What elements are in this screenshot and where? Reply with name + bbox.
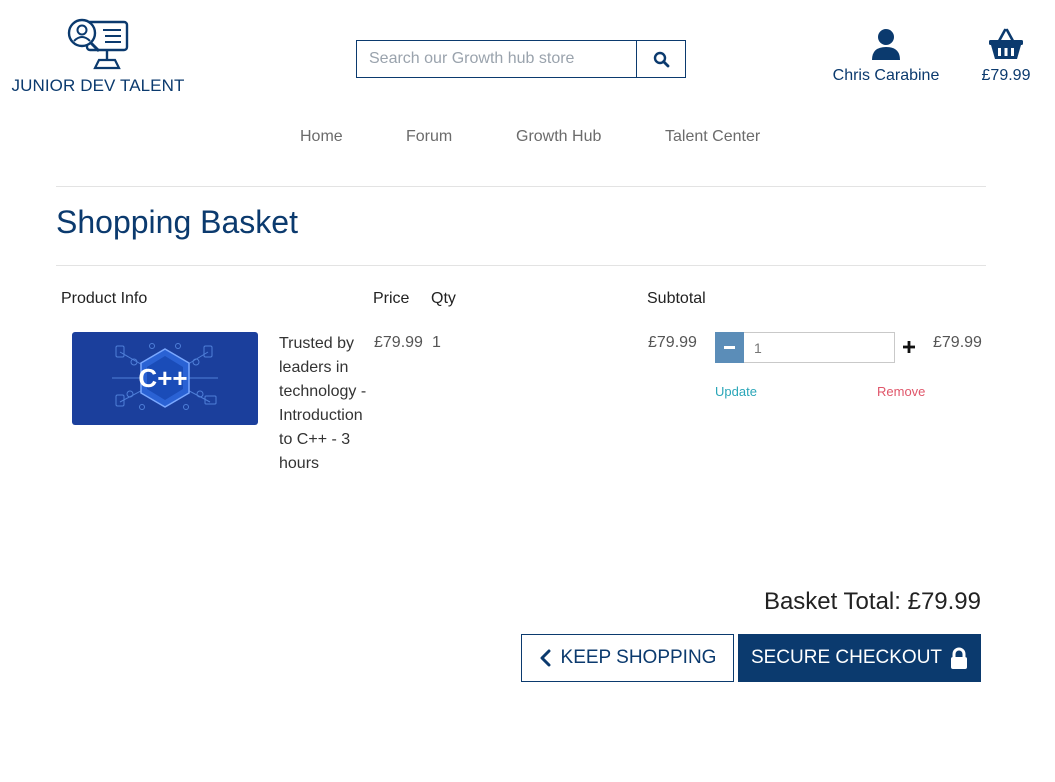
brand-name: JUNIOR DEV TALENT xyxy=(11,76,185,95)
quantity-decrease-button[interactable] xyxy=(715,332,744,363)
search-bar xyxy=(356,40,686,78)
divider xyxy=(56,186,986,187)
basket-total: Basket Total: £79.99 xyxy=(763,588,981,615)
keep-shopping-label: KEEP SHOPPING xyxy=(560,647,717,668)
keep-shopping-button[interactable]: KEEP SHOPPING xyxy=(521,634,734,682)
lock-icon xyxy=(951,647,968,669)
product-name: Trusted by leaders in technology - Intro… xyxy=(279,335,367,472)
person-magnifier-monitor-icon xyxy=(67,18,129,70)
remove-link[interactable]: Remove xyxy=(877,384,925,399)
header-product-info: Product Info xyxy=(61,290,148,307)
cpp-logo-icon: C++ xyxy=(112,343,218,410)
minus-icon xyxy=(724,346,735,349)
product-image-glyph: C++ xyxy=(138,363,187,393)
line-total: £79.99 xyxy=(933,334,982,351)
nav-forum[interactable]: Forum xyxy=(406,128,452,146)
header-qty: Qty xyxy=(431,290,456,307)
nav-growth-hub[interactable]: Growth Hub xyxy=(516,128,601,146)
product-image[interactable]: C++ xyxy=(72,332,258,425)
account-name: Chris Carabine xyxy=(832,67,940,84)
basket-icon xyxy=(989,28,1023,59)
divider xyxy=(56,265,986,266)
header-subtotal: Subtotal xyxy=(647,290,706,307)
header-basket-total: £79.99 xyxy=(981,67,1031,84)
nav-talent-center[interactable]: Talent Center xyxy=(665,128,760,146)
user-icon xyxy=(872,29,900,60)
nav-home[interactable]: Home xyxy=(300,128,343,146)
update-link[interactable]: Update xyxy=(715,384,757,399)
account-link[interactable]: Chris Carabine xyxy=(826,28,946,85)
quantity-input[interactable] xyxy=(744,332,895,363)
basket-link[interactable]: £79.99 xyxy=(972,28,1040,85)
product-subtotal: £79.99 xyxy=(648,334,697,351)
plus-icon xyxy=(903,341,915,353)
quantity-increase-button[interactable] xyxy=(898,334,920,360)
checkout-label: SECURE CHECKOUT xyxy=(750,647,943,668)
search-button[interactable] xyxy=(636,41,685,77)
search-icon xyxy=(653,51,669,67)
header-price: Price xyxy=(373,290,410,307)
secure-checkout-button[interactable]: SECURE CHECKOUT xyxy=(738,634,981,682)
search-input[interactable] xyxy=(357,41,636,77)
page-title: Shopping Basket xyxy=(56,204,298,240)
brand-logo[interactable]: JUNIOR DEV TALENT xyxy=(8,16,188,96)
product-price: £79.99 xyxy=(374,334,423,351)
product-qty: 1 xyxy=(432,334,441,351)
chevron-left-icon xyxy=(540,649,551,667)
